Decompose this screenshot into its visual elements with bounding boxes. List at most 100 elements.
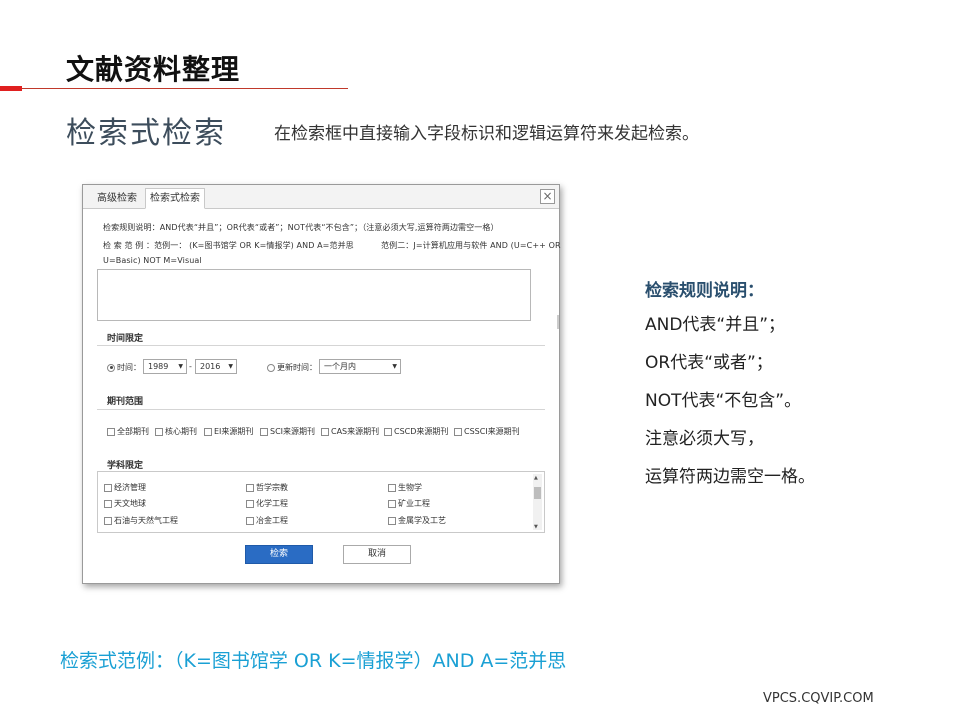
checkbox[interactable] xyxy=(384,427,392,436)
tab-advanced-search[interactable]: 高级检索 xyxy=(89,188,145,209)
subject-checkbox[interactable]: 矿业工程 xyxy=(388,498,430,509)
scroll-up-icon[interactable]: ▲ xyxy=(534,475,538,481)
to-year-select[interactable]: 2016 ▼ xyxy=(195,359,237,374)
subject-checkbox[interactable]: 哲学宗教 xyxy=(246,482,288,493)
checkbox[interactable] xyxy=(388,499,396,508)
update-time-radio-group[interactable]: 更新时间： xyxy=(267,362,317,373)
checkbox[interactable] xyxy=(454,427,462,436)
slide-title: 文献资料整理 xyxy=(66,53,241,86)
checkbox[interactable] xyxy=(104,483,112,492)
tab-bar: 高级检索 检索式检索 × xyxy=(83,185,559,209)
tab-expression-search[interactable]: 检索式检索 xyxy=(145,188,205,209)
chevron-down-icon: ▼ xyxy=(228,363,233,370)
to-year-value: 2016 xyxy=(200,362,221,371)
time-section-title: 时间限定 xyxy=(107,334,144,344)
subject-label: 石油与天然气工程 xyxy=(114,516,178,525)
footer-url: VPCS.CQVIP.COM xyxy=(763,691,874,706)
example-two-text: 范例二：J=计算机应用与软件 AND (U=C++ OR xyxy=(381,241,561,250)
subject-checkbox[interactable]: 金属学及工艺 xyxy=(388,515,446,526)
subject-list: 经济管理 哲学宗教 生物学 天文地球 化学工程 矿业工程 石油与天然气工程 冶金… xyxy=(97,471,545,533)
journal-cssci-checkbox[interactable]: CSSCI来源期刊 xyxy=(454,426,520,437)
checkbox[interactable] xyxy=(204,427,212,436)
subject-checkbox[interactable]: 经济管理 xyxy=(104,482,146,493)
from-year-value: 1989 xyxy=(148,362,169,371)
checkbox[interactable] xyxy=(107,427,115,436)
journal-all-checkbox[interactable]: 全部期刊 xyxy=(107,426,149,437)
scrollbar-thumb[interactable] xyxy=(534,487,541,499)
year-separator: - xyxy=(189,362,192,371)
slide-subtitle: 检索式检索 xyxy=(66,116,226,151)
checkbox[interactable] xyxy=(388,483,396,492)
journal-section-title: 期刊范围 xyxy=(107,397,144,407)
checkbox[interactable] xyxy=(155,427,163,436)
chevron-down-icon: ▼ xyxy=(178,363,183,370)
checkbox[interactable] xyxy=(246,499,254,508)
example-two-continued: U=Basic) NOT M=Visual xyxy=(103,256,202,265)
journal-cas-checkbox[interactable]: CAS来源期刊 xyxy=(321,426,379,437)
journal-ei-checkbox[interactable]: EI来源期刊 xyxy=(204,426,253,437)
subject-checkbox[interactable]: 化学工程 xyxy=(246,498,288,509)
rules-text: 检索规则说明：AND代表“并且”；OR代表“或者”；NOT代表“不包含”；（注意… xyxy=(103,223,499,232)
checkbox[interactable] xyxy=(104,516,112,525)
notes-title: 检索规则说明： xyxy=(645,281,764,301)
subject-checkbox[interactable]: 石油与天然气工程 xyxy=(104,515,178,526)
journal-sci-checkbox[interactable]: SCI来源期刊 xyxy=(260,426,315,437)
update-time-label: 更新时间： xyxy=(277,363,317,372)
journal-option-label: CSCD来源期刊 xyxy=(394,427,449,436)
journal-core-checkbox[interactable]: 核心期刊 xyxy=(155,426,197,437)
subject-checkbox[interactable]: 冶金工程 xyxy=(246,515,288,526)
search-dialog: 高级检索 检索式检索 × 检索规则说明：AND代表“并且”；OR代表“或者”；N… xyxy=(82,184,561,584)
journal-option-label: 核心期刊 xyxy=(165,427,197,436)
chevron-down-icon: ▼ xyxy=(392,363,397,370)
journal-cscd-checkbox[interactable]: CSCD来源期刊 xyxy=(384,426,448,437)
update-time-value: 一个月内 xyxy=(324,362,356,371)
subject-label: 矿业工程 xyxy=(398,499,430,508)
example-one-text: 检 索 范 例 ：范例一： (K=图书馆学 OR K=情报学) AND A=范并… xyxy=(103,241,354,250)
query-textarea[interactable] xyxy=(97,269,531,321)
subject-label: 冶金工程 xyxy=(256,516,288,525)
checkbox[interactable] xyxy=(260,427,268,436)
checkbox[interactable] xyxy=(246,516,254,525)
journal-option-label: 全部期刊 xyxy=(117,427,149,436)
journal-option-label: EI来源期刊 xyxy=(214,427,254,436)
time-radio-group[interactable]: 时间： xyxy=(107,362,141,373)
expression-example: 检索式范例：（K=图书馆学 OR K=情报学）AND A=范并思 xyxy=(60,650,567,672)
journal-option-label: SCI来源期刊 xyxy=(270,427,316,436)
title-rule xyxy=(22,88,348,89)
checkbox[interactable] xyxy=(388,516,396,525)
scroll-down-icon[interactable]: ▼ xyxy=(534,524,538,530)
notes-line: AND代表“并且”； xyxy=(645,315,786,335)
subject-label: 生物学 xyxy=(398,483,422,492)
subject-checkbox[interactable]: 生物学 xyxy=(388,482,422,493)
cancel-button[interactable]: 取消 xyxy=(343,545,411,564)
time-section-divider xyxy=(97,345,545,346)
notes-line: NOT代表“不包含”。 xyxy=(645,391,802,411)
journal-section-divider xyxy=(97,409,545,410)
journal-option-label: CSSCI来源期刊 xyxy=(464,427,520,436)
subject-label: 化学工程 xyxy=(256,499,288,508)
from-year-select[interactable]: 1989 ▼ xyxy=(143,359,187,374)
dialog-scrollbar[interactable] xyxy=(557,315,559,329)
checkbox[interactable] xyxy=(246,483,254,492)
subject-label: 哲学宗教 xyxy=(256,483,288,492)
rules-notes: 检索规则说明： AND代表“并且”； OR代表“或者”； NOT代表“不包含”。… xyxy=(645,276,815,496)
checkbox[interactable] xyxy=(321,427,329,436)
subject-scrollbar[interactable]: ▲ ▼ xyxy=(533,474,542,530)
title-rule-mark xyxy=(0,86,22,91)
update-time-radio[interactable] xyxy=(267,363,275,372)
close-icon[interactable]: × xyxy=(540,189,555,204)
slide-description: 在检索框中直接输入字段标识和逻辑运算符来发起检索。 xyxy=(274,124,699,144)
time-radio[interactable] xyxy=(107,363,115,372)
subject-section-title: 学科限定 xyxy=(107,461,144,471)
checkbox[interactable] xyxy=(104,499,112,508)
update-time-select[interactable]: 一个月内 ▼ xyxy=(319,359,401,374)
subject-checkbox[interactable]: 天文地球 xyxy=(104,498,146,509)
notes-line: 运算符两边需空一格。 xyxy=(645,467,815,487)
notes-line: 注意必须大写， xyxy=(645,429,764,449)
time-label: 时间： xyxy=(117,363,141,372)
search-button[interactable]: 检索 xyxy=(245,545,313,564)
subject-label: 经济管理 xyxy=(114,483,146,492)
journal-option-label: CAS来源期刊 xyxy=(331,427,380,436)
subject-label: 金属学及工艺 xyxy=(398,516,446,525)
notes-line: OR代表“或者”； xyxy=(645,353,773,373)
